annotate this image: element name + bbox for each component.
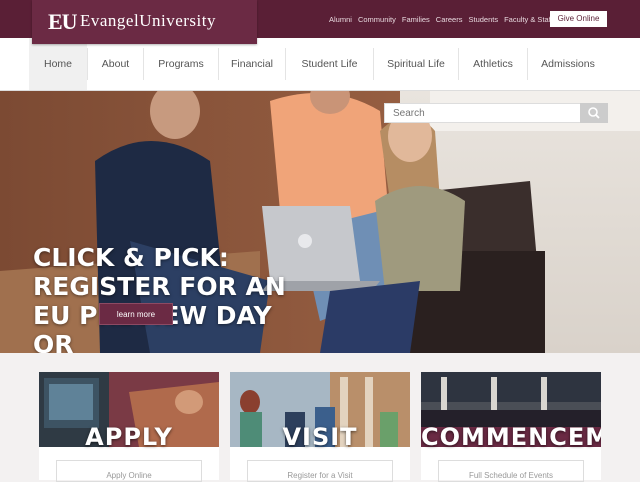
register-visit-link[interactable]: Register for a Visit <box>247 460 393 482</box>
card-visit-title: VISIT <box>282 423 358 451</box>
full-schedule-link[interactable]: Full Schedule of Events <box>438 460 584 482</box>
logo-mark: EU <box>48 9 78 34</box>
nav-home[interactable]: Home <box>29 38 87 90</box>
nav-spiritual-life[interactable]: Spiritual Life <box>374 38 458 90</box>
give-online-button[interactable]: Give Online <box>550 11 607 27</box>
utility-link-faculty-staff[interactable]: Faculty & Staff <box>504 15 553 24</box>
nav-financial[interactable]: Financial <box>219 38 285 90</box>
utility-links: Alumni Community Families Careers Studen… <box>329 15 553 24</box>
search-button[interactable] <box>580 103 608 123</box>
search-icon <box>588 107 600 119</box>
nav-athletics[interactable]: Athletics <box>459 38 527 90</box>
utility-link-families[interactable]: Families <box>402 15 430 24</box>
search-box <box>384 103 608 123</box>
learn-more-button[interactable]: learn more <box>99 303 173 325</box>
hero-banner: Click & Pick: Register for an EU Preview… <box>0 91 640 353</box>
card-commencement-title: COMMENCEM <box>421 423 601 451</box>
apply-online-link[interactable]: Apply Online <box>56 460 202 482</box>
nav-student-life[interactable]: Student Life <box>286 38 373 90</box>
utility-link-students[interactable]: Students <box>468 15 498 24</box>
utility-link-community[interactable]: Community <box>358 15 396 24</box>
utility-link-careers[interactable]: Careers <box>436 15 463 24</box>
hero-headline: Click & Pick: Register for an EU Preview… <box>33 243 286 353</box>
card-commencement: COMMENCEM Full Schedule of Events <box>421 372 601 482</box>
nav-admissions[interactable]: Admissions <box>528 38 608 90</box>
nav-about[interactable]: About <box>88 38 143 90</box>
search-input[interactable] <box>385 104 588 122</box>
card-apply: APPLY Apply Online <box>39 372 219 482</box>
card-apply-title: APPLY <box>85 423 173 451</box>
logo-wordmark: EvangelUniversity <box>80 11 216 30</box>
utility-link-alumni[interactable]: Alumni <box>329 15 352 24</box>
main-nav: Home About Programs Financial Student Li… <box>0 38 640 91</box>
site-logo[interactable]: EU EvangelUniversity <box>32 0 257 44</box>
nav-programs[interactable]: Programs <box>144 38 218 90</box>
card-visit: VISIT Register for a Visit <box>230 372 410 482</box>
